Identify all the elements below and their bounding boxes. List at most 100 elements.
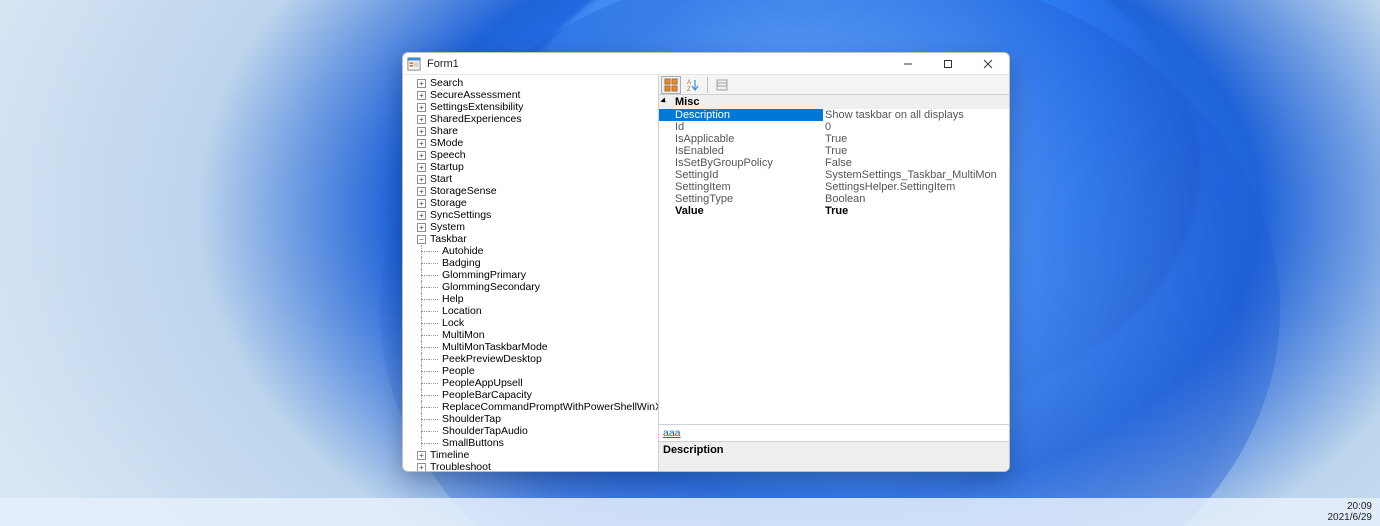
tree-branch[interactable]: +Speech: [417, 149, 658, 161]
property-row[interactable]: Id0: [659, 121, 1009, 133]
tree-label: SMode: [430, 137, 463, 149]
property-value[interactable]: SettingsHelper.SettingItem: [823, 181, 1009, 193]
tree-leaf[interactable]: GlommingSecondary: [417, 281, 658, 293]
property-value[interactable]: Show taskbar on all displays: [823, 109, 1009, 121]
tree-leaf[interactable]: SmallButtons: [417, 437, 658, 449]
property-value[interactable]: True: [823, 145, 1009, 157]
expand-icon[interactable]: +: [417, 211, 426, 220]
tree-branch[interactable]: + SettingsExtensibility: [417, 101, 658, 113]
property-row[interactable]: IsEnabledTrue: [659, 145, 1009, 157]
treeview[interactable]: +Search+SecureAssessment+SettingsExtensi…: [403, 75, 659, 471]
command-link[interactable]: aaa: [663, 427, 681, 439]
system-clock[interactable]: 20:09 2021/6/29: [1328, 501, 1373, 523]
tree-leaf[interactable]: MultiMon: [417, 329, 658, 341]
tree-branch[interactable]: + SMode: [417, 137, 658, 149]
property-row[interactable]: IsApplicableTrue: [659, 133, 1009, 145]
property-row[interactable]: IsSetByGroupPolicyFalse: [659, 157, 1009, 169]
tree-branch[interactable]: +Storage: [417, 197, 658, 209]
tree-branch[interactable]: +Troubleshoot: [417, 461, 658, 471]
property-value[interactable]: True: [823, 133, 1009, 145]
property-value[interactable]: Boolean: [823, 193, 1009, 205]
svg-text:A: A: [687, 80, 691, 86]
expand-icon[interactable]: +: [417, 151, 426, 160]
expand-icon[interactable]: +: [417, 223, 426, 232]
svg-text:Z: Z: [687, 87, 691, 92]
property-row[interactable]: SettingItemSettingsHelper.SettingItem: [659, 181, 1009, 193]
tree-label: PeopleAppUpsell: [442, 377, 523, 389]
property-row[interactable]: ValueTrue: [659, 205, 1009, 217]
tree-leaf[interactable]: PeopleAppUpsell: [417, 377, 658, 389]
expand-icon[interactable]: +: [417, 115, 426, 124]
tree-connector-icon: [429, 439, 438, 448]
property-value[interactable]: 0: [823, 121, 1009, 133]
tree-branch[interactable]: +System: [417, 221, 658, 233]
property-pages-button[interactable]: [712, 76, 732, 94]
expand-icon[interactable]: +: [417, 463, 426, 472]
tree-branch[interactable]: +SharedExperiences: [417, 113, 658, 125]
expand-icon[interactable]: +: [417, 163, 426, 172]
titlebar[interactable]: Form1: [403, 53, 1009, 75]
tree-branch[interactable]: +Search: [417, 77, 658, 89]
propertygrid-category[interactable]: Misc: [659, 95, 1009, 109]
collapse-icon[interactable]: −: [417, 235, 426, 244]
property-value[interactable]: True: [823, 205, 1009, 217]
property-name: IsSetByGroupPolicy: [659, 157, 823, 169]
window-title: Form1: [427, 58, 885, 70]
property-row[interactable]: SettingTypeBoolean: [659, 193, 1009, 205]
tree-leaf[interactable]: PeopleBarCapacity: [417, 389, 658, 401]
tree-branch[interactable]: −Taskbar: [417, 233, 658, 245]
tree-branch[interactable]: +Share: [417, 125, 658, 137]
tree-leaf[interactable]: ShoulderTapAudio: [417, 425, 658, 437]
property-value[interactable]: SystemSettings_Taskbar_MultiMon: [823, 169, 1009, 181]
tree-branch[interactable]: + Start: [417, 173, 658, 185]
maximize-button[interactable]: [931, 53, 965, 75]
propertygrid[interactable]: Misc DescriptionShow taskbar on all disp…: [659, 95, 1009, 424]
property-row[interactable]: SettingIdSystemSettings_Taskbar_MultiMon: [659, 169, 1009, 181]
expand-icon[interactable]: +: [417, 187, 426, 196]
expand-icon[interactable]: +: [417, 91, 426, 100]
tree-leaf[interactable]: Help: [417, 293, 658, 305]
tree-branch[interactable]: + Startup: [417, 161, 658, 173]
tree-leaf[interactable]: Location: [417, 305, 658, 317]
taskbar[interactable]: 20:09 2021/6/29: [0, 498, 1380, 526]
property-name: Id: [659, 121, 823, 133]
tree-leaf[interactable]: People: [417, 365, 658, 377]
tree-leaf[interactable]: GlommingPrimary: [417, 269, 658, 281]
tree-label: Startup: [430, 161, 464, 173]
tree-connector-icon: [429, 283, 438, 292]
tree-connector-icon: [429, 403, 438, 412]
categorized-button[interactable]: [661, 76, 681, 94]
tree-leaf[interactable]: PeekPreviewDesktop: [417, 353, 658, 365]
expand-icon[interactable]: +: [417, 127, 426, 136]
tree-connector-icon: [429, 379, 438, 388]
property-value[interactable]: False: [823, 157, 1009, 169]
tree-label: SettingsExtensibility: [430, 101, 523, 113]
tree-connector-icon: [429, 295, 438, 304]
tree-connector-icon: [429, 415, 438, 424]
expand-icon[interactable]: +: [417, 451, 426, 460]
tree-branch[interactable]: +Timeline: [417, 449, 658, 461]
expand-icon[interactable]: +: [417, 103, 426, 112]
tree-label: Lock: [442, 317, 464, 329]
tree-branch[interactable]: +SyncSettings: [417, 209, 658, 221]
tree-leaf[interactable]: Autohide: [417, 245, 658, 257]
tree-leaf[interactable]: ShoulderTap: [417, 413, 658, 425]
tree-leaf[interactable]: Badging: [417, 257, 658, 269]
close-button[interactable]: [971, 53, 1005, 75]
tree-leaf[interactable]: ReplaceCommandPromptWithPowerShellWinX: [417, 401, 658, 413]
tree-label: Start: [430, 173, 452, 185]
tree-leaf[interactable]: Lock: [417, 317, 658, 329]
minimize-button[interactable]: [891, 53, 925, 75]
tree-connector-icon: [429, 343, 438, 352]
expand-icon[interactable]: +: [417, 79, 426, 88]
tree-connector-icon: [429, 331, 438, 340]
tree-leaf[interactable]: MultiMonTaskbarMode: [417, 341, 658, 353]
expand-icon[interactable]: +: [417, 199, 426, 208]
tree-label: SecureAssessment: [430, 89, 520, 101]
expand-icon[interactable]: +: [417, 139, 426, 148]
tree-branch[interactable]: + SecureAssessment: [417, 89, 658, 101]
property-row[interactable]: DescriptionShow taskbar on all displays: [659, 109, 1009, 121]
expand-icon[interactable]: +: [417, 175, 426, 184]
alphabetical-button[interactable]: AZ: [683, 76, 703, 94]
tree-branch[interactable]: +StorageSense: [417, 185, 658, 197]
